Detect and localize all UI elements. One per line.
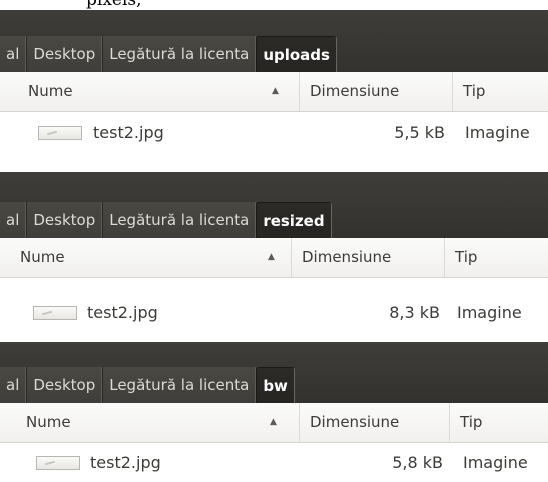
image-file-icon <box>33 306 77 320</box>
sort-ascending-icon: ▲ <box>270 417 277 427</box>
column-header-size[interactable]: Dimensiune <box>292 238 445 277</box>
column-label-size: Dimensiune <box>310 82 400 100</box>
column-header: Nume ▲ Dimensiune Tip <box>0 238 548 278</box>
column-header-name[interactable]: Nume ▲ <box>0 72 300 111</box>
file-type: Imagine <box>465 123 530 142</box>
breadcrumb: al Desktop Legătură la licenta bw <box>0 367 295 403</box>
file-type: Imagine <box>463 453 528 472</box>
image-file-icon <box>36 456 80 470</box>
column-label-size: Dimensiune <box>302 248 392 266</box>
path-bar: al Desktop Legătură la licenta uploads <box>0 10 548 72</box>
column-header-size[interactable]: Dimensiune <box>300 72 453 111</box>
sort-ascending-icon: ▲ <box>272 86 279 96</box>
column-header-name[interactable]: Nume ▲ <box>0 238 292 277</box>
breadcrumb-item-desktop[interactable]: Desktop <box>26 367 103 403</box>
breadcrumb: al Desktop Legătură la licenta resized <box>0 202 332 238</box>
image-file-icon <box>38 126 82 140</box>
breadcrumb-item-home[interactable]: al <box>0 202 27 238</box>
file-manager-panel-bw: al Desktop Legătură la licenta bw Nume ▲… <box>0 342 548 482</box>
column-header-type[interactable]: Tip <box>445 238 548 277</box>
column-header: Nume ▲ Dimensiune Tip <box>0 403 548 443</box>
breadcrumb-item-home[interactable]: al <box>0 36 27 72</box>
file-size: 8,3 kB <box>389 303 440 322</box>
caption-text: pixels, <box>86 0 142 10</box>
column-header-type[interactable]: Tip <box>450 403 548 442</box>
column-label-name: Nume <box>26 413 71 431</box>
file-name: test2.jpg <box>93 123 164 142</box>
path-bar: al Desktop Legătură la licenta resized <box>0 172 548 238</box>
column-label-type: Tip <box>463 82 486 100</box>
file-size: 5,8 kB <box>392 453 443 472</box>
column-header-name[interactable]: Nume ▲ <box>0 403 300 442</box>
file-manager-panel-resized: al Desktop Legătură la licenta resized N… <box>0 172 548 337</box>
breadcrumb-item-link[interactable]: Legătură la licenta <box>102 202 257 238</box>
path-bar: al Desktop Legătură la licenta bw <box>0 342 548 403</box>
breadcrumb-item-home[interactable]: al <box>0 367 27 403</box>
column-header: Nume ▲ Dimensiune Tip <box>0 72 548 112</box>
breadcrumb-item-current[interactable]: uploads <box>256 36 337 72</box>
file-row[interactable]: test2.jpg 5,5 kB Imagine <box>0 113 548 153</box>
file-size: 5,5 kB <box>394 123 445 142</box>
breadcrumb-item-link[interactable]: Legătură la licenta <box>102 367 257 403</box>
caption-fragment: pixels, <box>0 0 548 10</box>
file-manager-panel-uploads: al Desktop Legătură la licenta uploads N… <box>0 10 548 160</box>
file-name: test2.jpg <box>90 453 161 472</box>
breadcrumb-item-desktop[interactable]: Desktop <box>26 202 103 238</box>
breadcrumb-item-current[interactable]: resized <box>256 202 332 238</box>
file-row[interactable]: test2.jpg 5,8 kB Imagine <box>0 443 548 482</box>
column-label-size: Dimensiune <box>310 413 400 431</box>
file-name: test2.jpg <box>87 303 158 322</box>
breadcrumb-item-link[interactable]: Legătură la licenta <box>102 36 257 72</box>
sort-ascending-icon: ▲ <box>268 252 275 262</box>
breadcrumb: al Desktop Legătură la licenta uploads <box>0 36 337 72</box>
column-label-type: Tip <box>455 248 478 266</box>
file-type: Imagine <box>457 303 522 322</box>
column-label-name: Nume <box>28 82 73 100</box>
file-row[interactable]: test2.jpg 8,3 kB Imagine <box>0 293 548 333</box>
column-header-size[interactable]: Dimensiune <box>300 403 450 442</box>
column-label-name: Nume <box>20 248 65 266</box>
breadcrumb-item-desktop[interactable]: Desktop <box>26 36 103 72</box>
column-header-type[interactable]: Tip <box>453 72 548 111</box>
column-label-type: Tip <box>460 413 483 431</box>
breadcrumb-item-current[interactable]: bw <box>256 367 295 403</box>
